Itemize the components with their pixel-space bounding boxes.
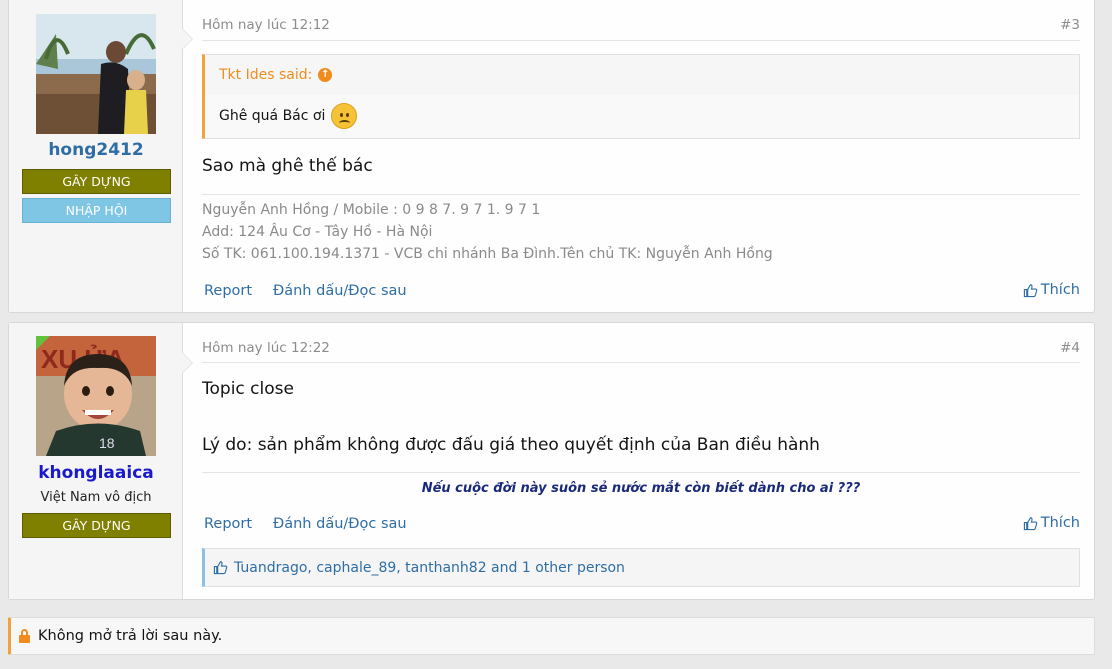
lock-icon xyxy=(19,629,30,643)
post-user-panel: hong2412 GÂY DỰNG NHẬP HỘI xyxy=(9,0,193,312)
signature-divider xyxy=(202,472,1080,473)
user-badge-build: GÂY DỰNG xyxy=(22,169,171,194)
post-user-panel: XU ỬA 18 khonglaaica Việt Nam vô địch GÂ… xyxy=(9,323,193,599)
likes-summary-text[interactable]: Tuandrago, caphale_89, tanthanh82 and 1 … xyxy=(234,560,625,576)
avatar[interactable]: XU ỬA 18 xyxy=(36,336,156,456)
report-link[interactable]: Report xyxy=(204,283,252,299)
thumbs-up-icon xyxy=(1023,283,1038,297)
avatar[interactable] xyxy=(36,14,156,134)
report-link[interactable]: Report xyxy=(204,516,252,532)
post-date[interactable]: Hôm nay lúc 12:12 xyxy=(202,17,330,33)
signature-line: Nguyễn Anh Hồng / Mobile : 0 9 8 7. 9 7 … xyxy=(202,202,541,218)
like-label: Thích xyxy=(1040,515,1080,531)
likes-summary[interactable]: Tuandrago, caphale_89, tanthanh82 and 1 … xyxy=(202,548,1080,587)
thumbs-up-icon xyxy=(213,561,228,575)
signature: Nếu cuộc đời này suôn sẻ nước mắt còn bi… xyxy=(421,481,861,496)
quote-author-label: Tkt Ides said: xyxy=(219,67,313,83)
post-date[interactable]: Hôm nay lúc 12:22 xyxy=(202,340,330,356)
like-button[interactable]: Thích xyxy=(1023,515,1080,531)
user-badge-build: GÂY DỰNG xyxy=(22,513,171,538)
username[interactable]: khonglaaica xyxy=(9,463,183,483)
sad-face-icon xyxy=(331,103,358,129)
svg-text:18: 18 xyxy=(99,435,115,451)
divider xyxy=(202,40,1080,41)
post-content: Hôm nay lúc 12:22 #4 Topic close Lý do: … xyxy=(183,323,1094,599)
post-3: hong2412 GÂY DỰNG NHẬP HỘI Hôm nay lúc 1… xyxy=(8,0,1095,313)
signature-line: Số TK: 061.100.194.1371 - VCB chi nhánh … xyxy=(202,246,773,262)
signature-line: Add: 124 Âu Cơ - Tây Hồ - Hà Nội xyxy=(202,224,433,240)
user-title: Việt Nam vô địch xyxy=(40,490,152,505)
arrow-up-circle-icon[interactable]: ↑ xyxy=(318,68,333,82)
post-content: Hôm nay lúc 12:12 #3 Tkt Ides said: ↑ Gh… xyxy=(183,0,1094,312)
username[interactable]: hong2412 xyxy=(9,140,183,160)
divider xyxy=(202,362,1080,363)
like-button[interactable]: Thích xyxy=(1023,282,1080,298)
post-4: XU ỬA 18 khonglaaica Việt Nam vô địch GÂ… xyxy=(8,322,1095,600)
post-message: Sao mà ghê thế bác xyxy=(202,156,373,176)
thread-locked-notice: Không mở trả lời sau này. xyxy=(8,617,1095,655)
like-label: Thích xyxy=(1040,282,1080,298)
quote-author[interactable]: Tkt Ides said: ↑ xyxy=(219,67,333,83)
thumbs-up-icon xyxy=(1023,516,1038,530)
quote-block: Tkt Ides said: ↑ Ghê quá Bác ơi xyxy=(202,54,1080,139)
post-number[interactable]: #4 xyxy=(1060,340,1080,356)
user-badge-join: NHẬP HỘI xyxy=(22,198,171,223)
thread-locked-text: Không mở trả lời sau này. xyxy=(38,628,223,644)
bookmark-link[interactable]: Đánh dấu/Đọc sau xyxy=(273,283,407,299)
post-message-line: Lý do: sản phẩm không được đấu giá theo … xyxy=(202,435,820,455)
signature-divider xyxy=(202,194,1080,195)
quote-text: Ghê quá Bác ơi xyxy=(219,103,358,129)
post-message-line: Topic close xyxy=(202,379,294,399)
bookmark-link[interactable]: Đánh dấu/Đọc sau xyxy=(273,516,407,532)
quote-text-label: Ghê quá Bác ơi xyxy=(219,108,326,124)
post-number[interactable]: #3 xyxy=(1060,17,1080,33)
